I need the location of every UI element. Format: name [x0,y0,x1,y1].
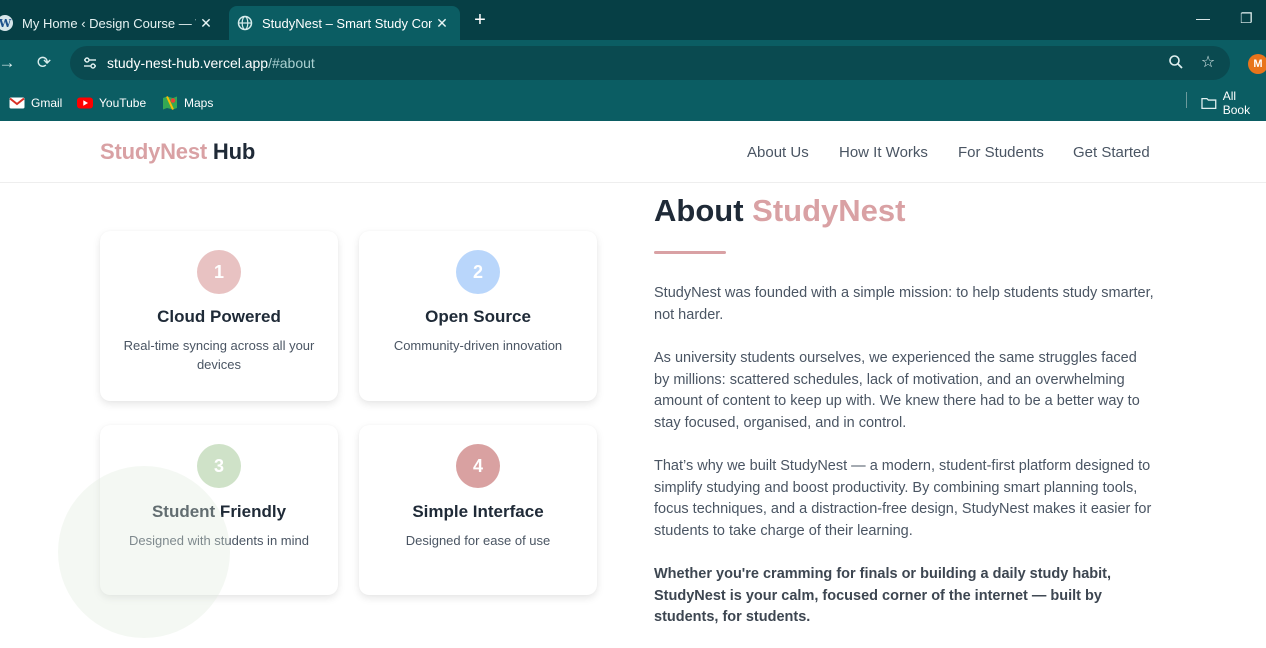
url-path: /#about [268,55,315,71]
folder-icon [1201,97,1217,110]
about-paragraph: StudyNest was founded with a simple miss… [654,285,1154,323]
feature-number-badge: 3 [197,444,241,488]
bookmark-label: Maps [184,96,214,110]
wordpress-icon: W [0,15,13,31]
browser-toolbar: → ⟳ study-nest-hub.vercel.app/#about ☆ M [0,40,1266,86]
bookmarks-divider [1186,92,1187,108]
bookmark-label: All Book [1222,89,1251,117]
about-heading: About StudyNest [654,193,905,229]
reload-icon[interactable]: ⟳ [33,52,55,74]
heading-underline [654,251,726,254]
feature-number-badge: 1 [197,250,241,294]
bookmark-youtube[interactable]: YouTube [77,92,146,114]
site-header: StudyNest Hub About Us How It Works For … [0,121,1266,183]
nav-get-started[interactable]: Get Started [1073,144,1150,161]
nav-about-us[interactable]: About Us [747,144,809,161]
about-paragraph: As university students ourselves, we exp… [654,350,1140,432]
about-closing-paragraph: Whether you're cramming for finals or bu… [654,566,1112,626]
address-bar[interactable]: study-nest-hub.vercel.app/#about ☆ [70,46,1230,80]
close-icon[interactable]: ✕ [432,15,452,32]
feature-title: Student Friendly [151,502,287,521]
feature-number-badge: 2 [456,250,500,294]
new-tab-button[interactable]: + [470,9,490,31]
feature-description: Designed with students in mind [129,533,309,548]
feature-card-simple-interface: 4 Simple Interface Designed for ease of … [359,425,597,595]
bookmarks-bar: Gmail YouTube Maps All Book [0,86,1266,121]
globe-icon [237,15,253,31]
feature-description: Real-time syncing across all your device… [123,338,315,372]
bookmark-star-icon[interactable]: ☆ [1199,54,1217,72]
maps-icon [163,96,177,110]
all-bookmarks[interactable]: All Book [1201,89,1266,117]
tab-title: StudyNest – Smart Study Comp [262,15,432,31]
youtube-icon [77,97,93,109]
about-paragraph: That’s why we built StudyNest — a modern… [654,458,1152,540]
site-logo[interactable]: StudyNest Hub [100,139,255,165]
about-heading-accent: StudyNest [752,193,906,228]
minimize-icon[interactable]: — [1196,10,1210,26]
restore-icon[interactable]: ❐ [1240,10,1253,27]
feature-card-open-source: 2 Open Source Community-driven innovatio… [359,231,597,401]
browser-tab-strip: W My Home ‹ Design Course — W ✕ StudyNes… [0,0,1266,40]
bookmark-label: YouTube [99,96,147,110]
nav-for-students[interactable]: For Students [958,144,1044,161]
feature-title: Open Source [425,307,531,326]
brand-suffix: Hub [212,139,256,164]
page-content: StudyNest Hub About Us How It Works For … [0,121,1266,648]
nav-how-it-works[interactable]: How It Works [839,144,928,161]
browser-tab-design-course[interactable]: W My Home ‹ Design Course — W ✕ [0,6,224,40]
feature-title: Simple Interface [412,502,544,521]
tab-title: My Home ‹ Design Course — W [22,15,196,31]
feature-card-cloud-powered: 1 Cloud Powered Real-time syncing across… [100,231,338,401]
bookmark-gmail[interactable]: Gmail [9,92,62,114]
feature-title: Cloud Powered [157,307,281,326]
about-heading-text: About [654,193,744,228]
feature-description: Designed for ease of use [405,533,551,548]
forward-arrow-icon[interactable]: → [0,52,18,74]
close-icon[interactable]: ✕ [196,15,216,32]
feature-card-student-friendly: 3 Student Friendly Designed with student… [100,425,338,595]
feature-description: Community-driven innovation [393,338,563,353]
profile-avatar[interactable]: M [1248,54,1266,74]
url-text: study-nest-hub.vercel.app/#about [107,55,315,71]
feature-number-badge: 4 [456,444,500,488]
bookmark-maps[interactable]: Maps [162,92,213,114]
zoom-icon[interactable] [1167,54,1185,72]
gmail-icon [9,97,25,109]
brand-name: StudyNest [100,139,207,164]
site-settings-icon[interactable] [82,55,98,71]
bookmark-label: Gmail [31,96,63,110]
url-host: study-nest-hub.vercel.app [107,55,269,71]
browser-tab-studynest[interactable]: StudyNest – Smart Study Comp ✕ [229,6,460,40]
